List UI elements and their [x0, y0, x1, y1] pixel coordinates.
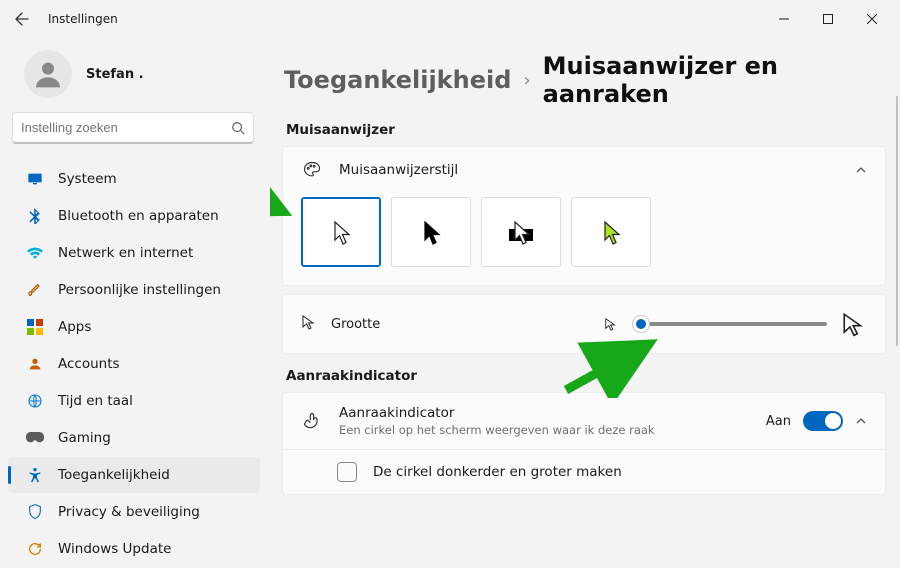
- pointer-style-option-inverted[interactable]: [481, 197, 561, 267]
- toggle-state-label: Aan: [766, 414, 791, 429]
- profile-name: Stefan .: [86, 67, 144, 82]
- maximize-button[interactable]: [806, 3, 850, 35]
- search-icon: [231, 121, 245, 135]
- nav-label: Privacy & beveiliging: [58, 504, 200, 520]
- wifi-icon: [26, 244, 44, 262]
- nav-item-apps[interactable]: Apps: [8, 309, 260, 345]
- nav-item-game[interactable]: Gaming: [8, 420, 260, 456]
- cursor-large-end-icon: [841, 311, 867, 337]
- monitor-icon: [26, 170, 44, 188]
- chevron-right-icon: ›: [523, 70, 530, 91]
- nav-item-bluetooth[interactable]: Bluetooth en apparaten: [8, 198, 260, 234]
- close-icon: [867, 14, 877, 24]
- globe-icon: [26, 392, 44, 410]
- touch-darker-larger-checkbox[interactable]: [337, 462, 357, 482]
- back-button[interactable]: [10, 7, 34, 31]
- breadcrumb: Toegankelijkheid › Muisaanwijzer en aanr…: [284, 52, 886, 108]
- touch-darker-larger-row[interactable]: De cirkel donkerder en groter maken: [283, 449, 885, 494]
- bluetooth-icon: [26, 207, 44, 225]
- game-icon: [26, 429, 44, 447]
- cursor-small-icon: [301, 314, 317, 330]
- pointer-style-option-white[interactable]: [301, 197, 381, 267]
- search-input[interactable]: [21, 120, 231, 135]
- nav-item-monitor[interactable]: Systeem: [8, 161, 260, 197]
- minimize-button[interactable]: [762, 3, 806, 35]
- pointer-style-options: [283, 193, 885, 285]
- slider-thumb[interactable]: [632, 315, 650, 333]
- pointer-size-card: Grootte: [282, 294, 886, 354]
- section-heading-touch: Aanraakindicator: [286, 368, 886, 384]
- person-icon: [26, 355, 44, 373]
- pointer-style-header[interactable]: Muisaanwijzerstijl: [283, 147, 885, 193]
- nav-item-brush[interactable]: Persoonlijke instellingen: [8, 272, 260, 308]
- nav-label: Tijd en taal: [58, 393, 133, 409]
- nav-item-wifi[interactable]: Netwerk en internet: [8, 235, 260, 271]
- pointer-style-card: Muisaanwijzerstijl: [282, 146, 886, 286]
- nav-label: Windows Update: [58, 541, 171, 557]
- nav-item-shield[interactable]: Privacy & beveiliging: [8, 494, 260, 530]
- section-heading-pointer: Muisaanwijzer: [286, 122, 886, 138]
- pointer-style-option-custom-color[interactable]: [571, 197, 651, 267]
- nav-label: Accounts: [58, 356, 120, 372]
- pointer-size-title: Grootte: [331, 317, 380, 332]
- shield-icon: [26, 503, 44, 521]
- touch-darker-larger-label: De cirkel donkerder en groter maken: [373, 464, 622, 480]
- nav-item-person[interactable]: Accounts: [8, 346, 260, 382]
- accessibility-icon: [26, 466, 44, 484]
- page-title: Muisaanwijzer en aanraken: [543, 52, 886, 108]
- person-icon: [32, 58, 64, 90]
- nav-list: Systeem Bluetooth en apparaten Netwerk en …: [0, 160, 270, 568]
- chevron-up-icon: [855, 164, 867, 176]
- touch-icon: [302, 411, 322, 431]
- brush-icon: [26, 281, 44, 299]
- arrow-left-icon: [14, 11, 30, 27]
- pointer-style-option-black[interactable]: [391, 197, 471, 267]
- window-title: Instellingen: [48, 12, 118, 26]
- nav-label: Toegankelijkheid: [58, 467, 170, 483]
- nav-label: Apps: [58, 319, 91, 335]
- palette-icon: [302, 160, 322, 180]
- breadcrumb-parent[interactable]: Toegankelijkheid: [284, 66, 511, 94]
- settings-window: Instellingen Stefan .: [0, 0, 900, 543]
- touch-indicator-card: Aanraakindicator Een cirkel op het scher…: [282, 392, 886, 495]
- apps-icon: [26, 318, 44, 336]
- touch-indicator-subtitle: Een cirkel op het scherm weergeven waar …: [339, 423, 750, 437]
- nav-item-globe[interactable]: Tijd en taal: [8, 383, 260, 419]
- pointer-size-slider[interactable]: [632, 322, 827, 326]
- nav-label: Gaming: [58, 430, 111, 446]
- search-box[interactable]: [12, 112, 254, 144]
- cursor-small-end-icon: [604, 317, 618, 331]
- sidebar: Stefan . Systeem Bluetooth en apparaten Ne…: [0, 38, 270, 543]
- touch-indicator-toggle[interactable]: [803, 411, 843, 431]
- chevron-up-icon: [855, 415, 867, 427]
- minimize-icon: [779, 14, 789, 24]
- maximize-icon: [823, 14, 833, 24]
- nav-label: Netwerk en internet: [58, 245, 193, 261]
- scrollbar[interactable]: [896, 96, 898, 346]
- nav-label: Persoonlijke instellingen: [58, 282, 221, 298]
- nav-label: Bluetooth en apparaten: [58, 208, 219, 224]
- touch-indicator-title: Aanraakindicator: [339, 405, 750, 421]
- nav-item-update[interactable]: Windows Update: [8, 531, 260, 567]
- close-button[interactable]: [850, 3, 894, 35]
- content-area: Toegankelijkheid › Muisaanwijzer en aanr…: [270, 38, 900, 543]
- profile-block[interactable]: Stefan .: [0, 44, 270, 112]
- titlebar: Instellingen: [0, 0, 900, 38]
- touch-indicator-row[interactable]: Aanraakindicator Een cirkel op het scher…: [283, 393, 885, 449]
- nav-label: Systeem: [58, 171, 117, 187]
- avatar: [24, 50, 72, 98]
- pointer-style-title: Muisaanwijzerstijl: [339, 162, 839, 178]
- nav-item-accessibility[interactable]: Toegankelijkheid: [8, 457, 260, 493]
